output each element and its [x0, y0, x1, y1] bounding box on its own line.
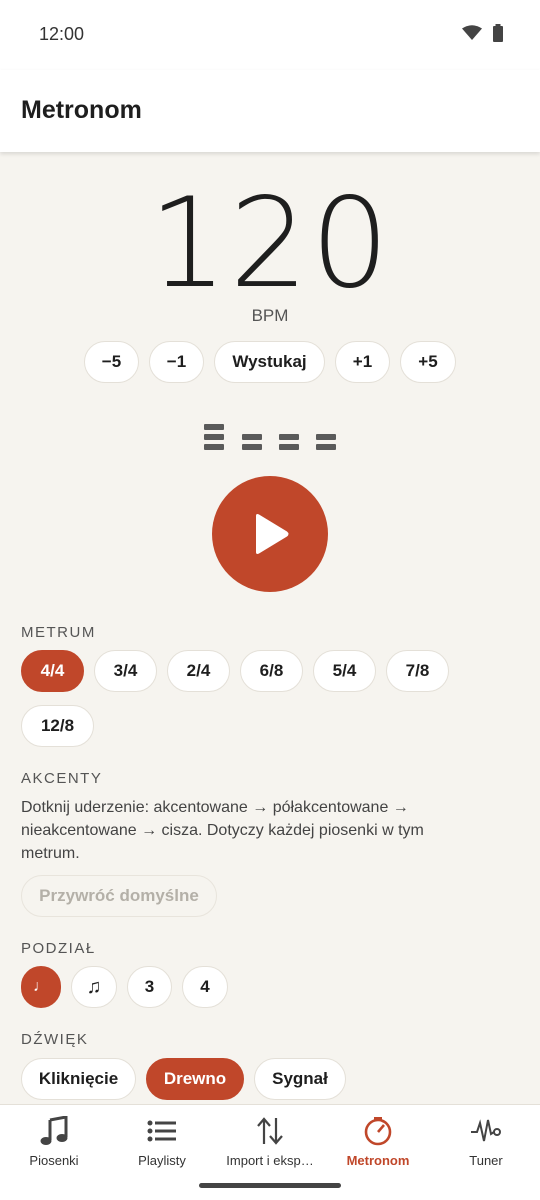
meter-option-5-4[interactable]: 5/4: [313, 650, 376, 692]
home-indicator[interactable]: [199, 1183, 341, 1188]
app-bar: Metronom: [0, 70, 540, 152]
waveform-icon: [471, 1119, 501, 1142]
page-title: Metronom: [21, 96, 142, 124]
plus-5-button[interactable]: +5: [400, 341, 456, 383]
play-button[interactable]: [212, 476, 328, 592]
meter-option-6-8[interactable]: 6/8: [240, 650, 303, 692]
nav-label-tuner: Tuner: [469, 1153, 503, 1168]
meter-option-3-4[interactable]: 3/4: [94, 650, 157, 692]
minus-5-button[interactable]: −5: [84, 341, 139, 383]
nav-item-tuner[interactable]: Tuner: [432, 1105, 540, 1185]
sound-option-click[interactable]: Kliknięcie: [21, 1058, 136, 1100]
beat-3[interactable]: [279, 434, 299, 450]
bpm-value: 120: [148, 172, 392, 316]
reset-accents-button[interactable]: Przywróć domyślne: [21, 875, 217, 917]
nav-item-import-export[interactable]: Import i eksp…: [216, 1105, 324, 1185]
meter-label: METRUM: [21, 624, 96, 641]
metronome-icon: [364, 1117, 392, 1146]
sound-option-wood[interactable]: Drewno: [146, 1058, 244, 1100]
minus-1-button[interactable]: −1: [149, 341, 204, 383]
nav-label-metronome: Metronom: [346, 1153, 410, 1168]
play-icon: [256, 514, 289, 554]
beat-indicator: [202, 422, 338, 450]
sound-option-beep[interactable]: Sygnał: [254, 1058, 346, 1100]
bpm-unit: BPM: [251, 306, 289, 325]
nav-label-import-export: Import i eksp…: [226, 1153, 314, 1168]
music-note-icon: [40, 1116, 68, 1145]
nav-item-metronome[interactable]: Metronom: [324, 1105, 432, 1185]
beat-2[interactable]: [242, 434, 262, 450]
meter-option-7-8[interactable]: 7/8: [386, 650, 449, 692]
plus-1-button[interactable]: +1: [335, 341, 390, 383]
nav-label-songs: Piosenki: [29, 1153, 79, 1168]
tap-tempo-button[interactable]: Wystukaj: [214, 341, 325, 383]
list-icon: [147, 1120, 176, 1142]
nav-item-songs[interactable]: Piosenki: [0, 1105, 108, 1185]
status-bar: 12:00: [0, 0, 540, 70]
wifi-icon: [462, 25, 482, 40]
battery-icon: [493, 24, 503, 42]
subdivision-quarter[interactable]: ♩: [21, 966, 61, 1008]
sound-label: DŹWIĘK: [21, 1031, 89, 1048]
beat-1-accent[interactable]: [204, 424, 224, 450]
status-time: 12:00: [39, 24, 85, 44]
meter-option-2-4[interactable]: 2/4: [167, 650, 230, 692]
nav-label-playlists: Playlisty: [138, 1153, 186, 1168]
subdivision-label: PODZIAŁ: [21, 940, 96, 957]
import-export-icon: [257, 1117, 283, 1145]
subdivision-sixteenths[interactable]: 4: [182, 966, 228, 1008]
accents-description: Dotknij uderzenie: akcentowane → półakce…: [21, 799, 424, 862]
meter-option-4-4[interactable]: 4/4: [21, 650, 84, 692]
beat-4[interactable]: [316, 434, 336, 450]
status-icons: [462, 24, 504, 42]
accents-label: AKCENTY: [21, 770, 103, 787]
meter-option-12-8[interactable]: 12/8: [21, 705, 94, 747]
metronome-content: 120 BPM −5 −1 Wystukaj +1 +5 METRUM 4/4 …: [0, 152, 540, 1104]
subdivision-eighths[interactable]: ♫: [71, 966, 117, 1008]
subdivision-triplets[interactable]: 3: [127, 966, 172, 1008]
bottom-navigation: Piosenki Playlisty Import i eksp… Metron…: [0, 1104, 540, 1200]
nav-item-playlists[interactable]: Playlisty: [108, 1105, 216, 1185]
